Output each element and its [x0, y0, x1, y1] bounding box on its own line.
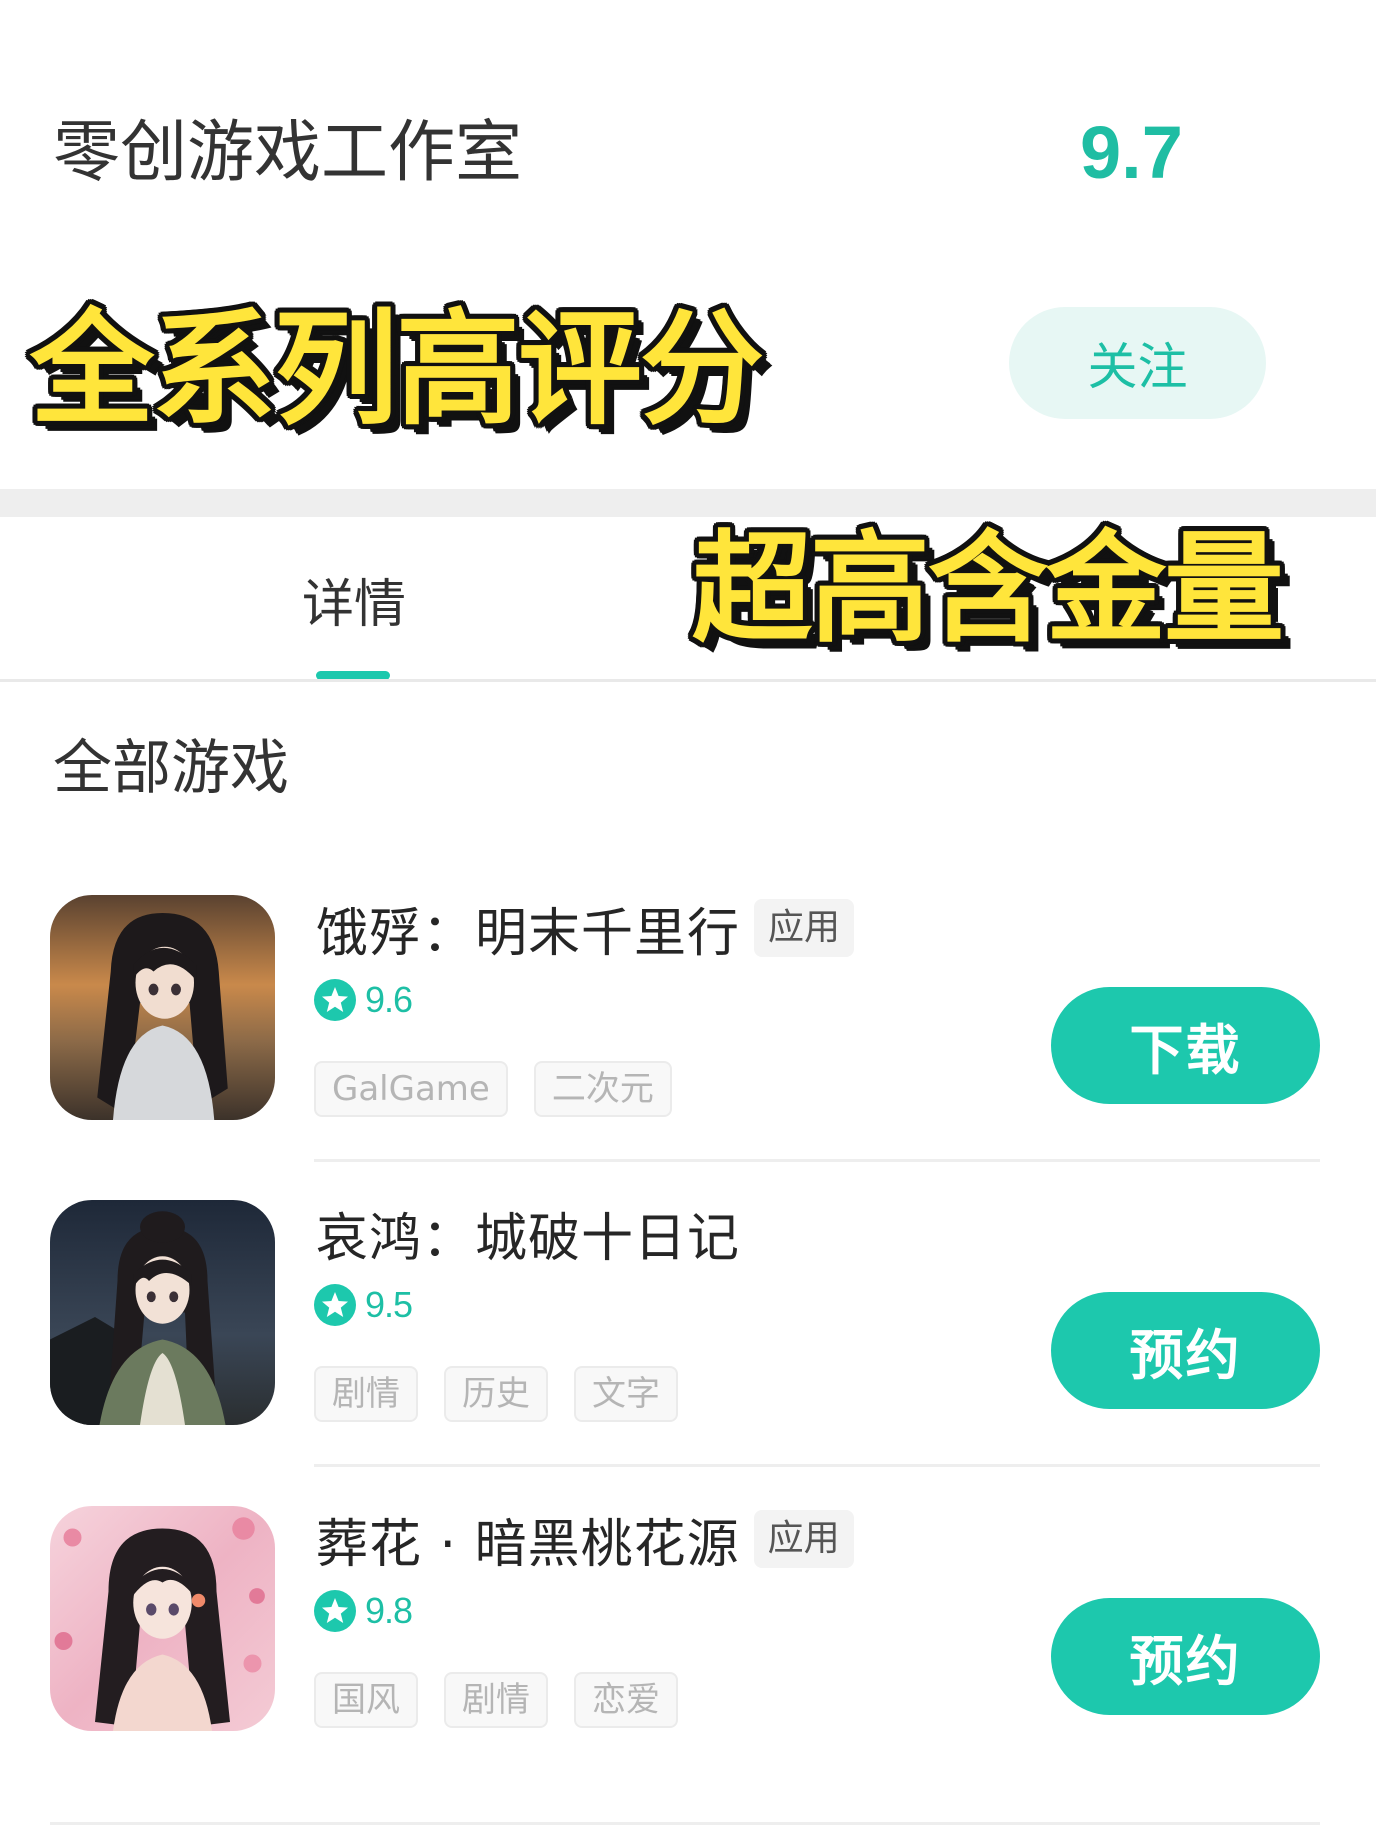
studio-score: 9.7 [1080, 111, 1183, 194]
tag[interactable]: 文字 [574, 1366, 678, 1422]
game-cover-art [50, 895, 275, 1120]
game-cover-image[interactable] [50, 1200, 275, 1425]
promo-overlay-line2: 超高含金量 [692, 520, 1284, 659]
game-list-item[interactable]: 饿殍：明末千里行 应用 9.6 GalGame 二次元 下载 [0, 895, 1376, 1195]
tag[interactable]: 国风 [314, 1672, 418, 1728]
list-divider [50, 1822, 1320, 1825]
game-title[interactable]: 哀鸿：城破十日记 [316, 1196, 740, 1271]
game-rating: 9.8 [365, 1590, 413, 1631]
studio-name: 零创游戏工作室 [53, 113, 522, 191]
follow-button[interactable]: 关注 [1009, 307, 1266, 419]
app-badge: 应用 [753, 1510, 854, 1568]
tag-list: GalGame 二次元 [314, 1061, 672, 1117]
game-title[interactable]: 葬花 · 暗黑桃花源 [316, 1502, 740, 1577]
list-divider [314, 1464, 1320, 1467]
tag[interactable]: 历史 [444, 1366, 548, 1422]
game-title[interactable]: 饿殍：明末千里行 [316, 891, 740, 966]
tag[interactable]: 二次元 [533, 1061, 672, 1117]
list-divider [314, 1159, 1320, 1162]
tab-details[interactable]: 详情 [302, 574, 406, 636]
tag-list: 国风 剧情 恋爱 [314, 1672, 678, 1728]
star-icon [314, 1590, 356, 1632]
game-rating: 9.5 [365, 1284, 413, 1325]
star-icon [314, 979, 356, 1021]
tag[interactable]: GalGame [314, 1061, 508, 1117]
section-title: 全部游戏 [53, 733, 290, 802]
section-separator [0, 489, 1376, 517]
game-rating: 9.6 [365, 979, 413, 1020]
game-list-item[interactable]: 葬花 · 暗黑桃花源 应用 9.8 国风 剧情 恋爱 预约 [0, 1506, 1376, 1806]
game-cover-image[interactable] [50, 895, 275, 1120]
tag[interactable]: 恋爱 [574, 1672, 678, 1728]
tag[interactable]: 剧情 [444, 1672, 548, 1728]
promo-overlay-line1: 全系列高评分 [30, 298, 764, 442]
reserve-button[interactable]: 预约 [1051, 1598, 1320, 1715]
star-icon [314, 1284, 356, 1326]
download-button[interactable]: 下载 [1051, 987, 1320, 1104]
game-cover-image[interactable] [50, 1506, 275, 1731]
game-cover-art [50, 1200, 275, 1425]
game-list-item[interactable]: 哀鸿：城破十日记 9.5 剧情 历史 文字 预约 [0, 1200, 1376, 1500]
tab-bar-border [0, 679, 1376, 682]
tag[interactable]: 剧情 [314, 1366, 418, 1422]
game-cover-art [50, 1506, 275, 1731]
reserve-button[interactable]: 预约 [1051, 1292, 1320, 1409]
tag-list: 剧情 历史 文字 [314, 1366, 678, 1422]
app-badge: 应用 [754, 899, 855, 957]
